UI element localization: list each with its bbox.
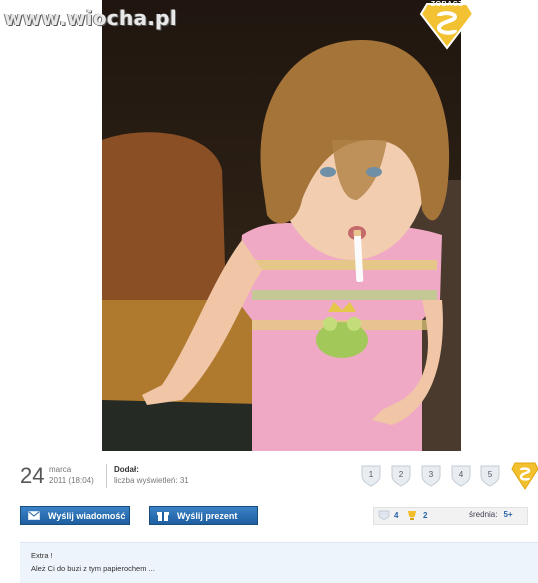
- rate-3-label: 3: [428, 470, 434, 479]
- views-count: 31: [179, 476, 189, 485]
- rate-5-label: 5: [487, 470, 493, 479]
- rate-4-label: 4: [458, 470, 464, 479]
- post-datetime: 2011 (18:04): [49, 476, 94, 485]
- comment-line-2: Ależ Ci do buzi z tym papierochem ...: [31, 564, 155, 573]
- post-day: 24: [20, 463, 45, 488]
- post-stats: 4 2 średnia: 5+: [373, 507, 528, 525]
- comment-line-1: Extra !: [31, 551, 53, 560]
- average-value: 5+: [503, 510, 513, 519]
- average-label: średnia:: [469, 510, 498, 519]
- superman-badge-icon: ZOBACZ: [419, 0, 475, 52]
- rate-1-button[interactable]: 1: [360, 464, 382, 488]
- rate-3-button[interactable]: 3: [420, 464, 442, 488]
- rate-5-button[interactable]: 5: [479, 464, 501, 488]
- send-gift-label: Wyślij prezent: [177, 510, 238, 521]
- rate-2-button[interactable]: 2: [390, 464, 412, 488]
- post-photo[interactable]: [102, 0, 461, 451]
- views-label: liczba wyświetleń:: [114, 476, 178, 485]
- badge-word: ZOBACZ: [430, 1, 464, 8]
- send-message-button[interactable]: Wyślij wiadomość: [20, 506, 130, 525]
- site-watermark: www.wiocha.pl: [4, 6, 178, 30]
- rate-1-label: 1: [368, 470, 374, 479]
- views-counter: liczba wyświetleń: 31: [114, 476, 189, 485]
- added-by-label: Dodał:: [114, 465, 139, 474]
- stars-count: 4: [394, 510, 399, 520]
- gift-icon: [156, 511, 170, 521]
- post-comment: Extra ! Ależ Ci do buzi z tym papieroche…: [20, 542, 538, 583]
- rate-2-label: 2: [398, 470, 404, 479]
- send-message-label: Wyślij wiadomość: [48, 510, 126, 521]
- post-month: marca: [49, 465, 72, 474]
- star-icon: [378, 510, 390, 520]
- superman-shield-icon: [511, 462, 538, 490]
- superman-rate-button[interactable]: [511, 461, 538, 491]
- trophy-icon: [405, 510, 419, 521]
- send-gift-button[interactable]: Wyślij prezent: [149, 506, 258, 525]
- rate-4-button[interactable]: 4: [450, 464, 472, 488]
- envelope-icon: [27, 511, 41, 521]
- divider: [106, 464, 107, 488]
- trophies-count: 2: [423, 511, 428, 520]
